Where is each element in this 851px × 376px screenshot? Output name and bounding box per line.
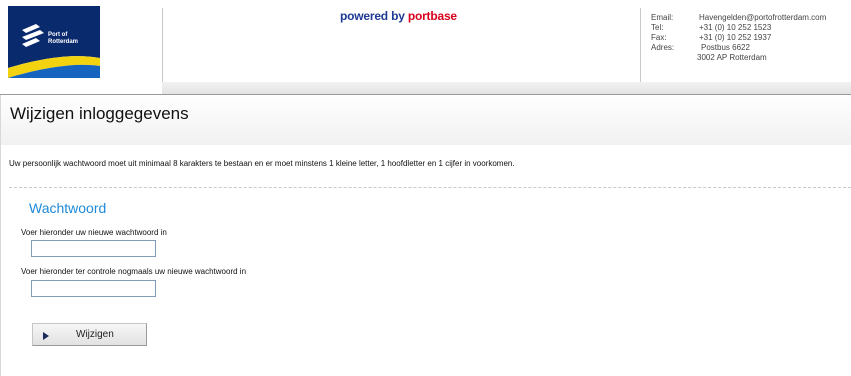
email-value[interactable]: Havengelden@portofrotterdam.com bbox=[687, 13, 826, 23]
fax-value: +31 (0) 10 252 1937 bbox=[699, 33, 772, 42]
address-line1: Postbus 6622 bbox=[701, 43, 750, 52]
powered-by-prefix: powered by bbox=[340, 9, 408, 23]
page-header: Port of Rotterdam powered by portbase Em… bbox=[0, 0, 851, 94]
tel-value: +31 (0) 10 252 1523 bbox=[699, 23, 772, 32]
powered-by: powered by portbase bbox=[340, 9, 457, 23]
confirm-password-label: Voer hieronder ter controle nogmaals uw … bbox=[21, 267, 247, 276]
new-password-input[interactable] bbox=[31, 240, 156, 257]
page-title: Wijzigen inloggegevens bbox=[10, 104, 189, 123]
email-label: Email: bbox=[651, 13, 674, 22]
play-arrow-icon bbox=[43, 332, 49, 340]
contact-info: Email: Havengelden@portofrotterdam.com Te… bbox=[651, 13, 826, 63]
header-divider-right bbox=[640, 8, 641, 82]
wijzigen-button-label: Wijzigen bbox=[76, 329, 114, 340]
logo-cell: Port of Rotterdam bbox=[0, 0, 162, 82]
confirm-password-input[interactable] bbox=[31, 280, 156, 297]
port-of-rotterdam-logo[interactable]: Port of Rotterdam bbox=[8, 6, 100, 78]
section-title: Wachtwoord bbox=[29, 200, 107, 216]
tel-label: Tel: bbox=[651, 23, 664, 32]
fax-label: Fax: bbox=[651, 33, 667, 42]
logo-text-line2: Rotterdam bbox=[48, 39, 78, 45]
header-divider bbox=[162, 8, 163, 82]
dashed-divider bbox=[9, 187, 851, 188]
address-label: Adres: bbox=[651, 43, 675, 52]
wijzigen-button[interactable]: Wijzigen bbox=[32, 323, 147, 346]
content-left-border bbox=[0, 95, 1, 376]
logo-text-line1: Port of bbox=[48, 32, 68, 38]
portbase-brand[interactable]: portbase bbox=[408, 9, 457, 23]
new-password-label: Voer hieronder uw nieuwe wachtwoord in bbox=[21, 228, 167, 237]
password-instruction: Uw persoonlijk wachtwoord moet uit minim… bbox=[9, 159, 515, 168]
header-band bbox=[162, 82, 851, 94]
address-line2: 3002 AP Rotterdam bbox=[697, 53, 767, 62]
